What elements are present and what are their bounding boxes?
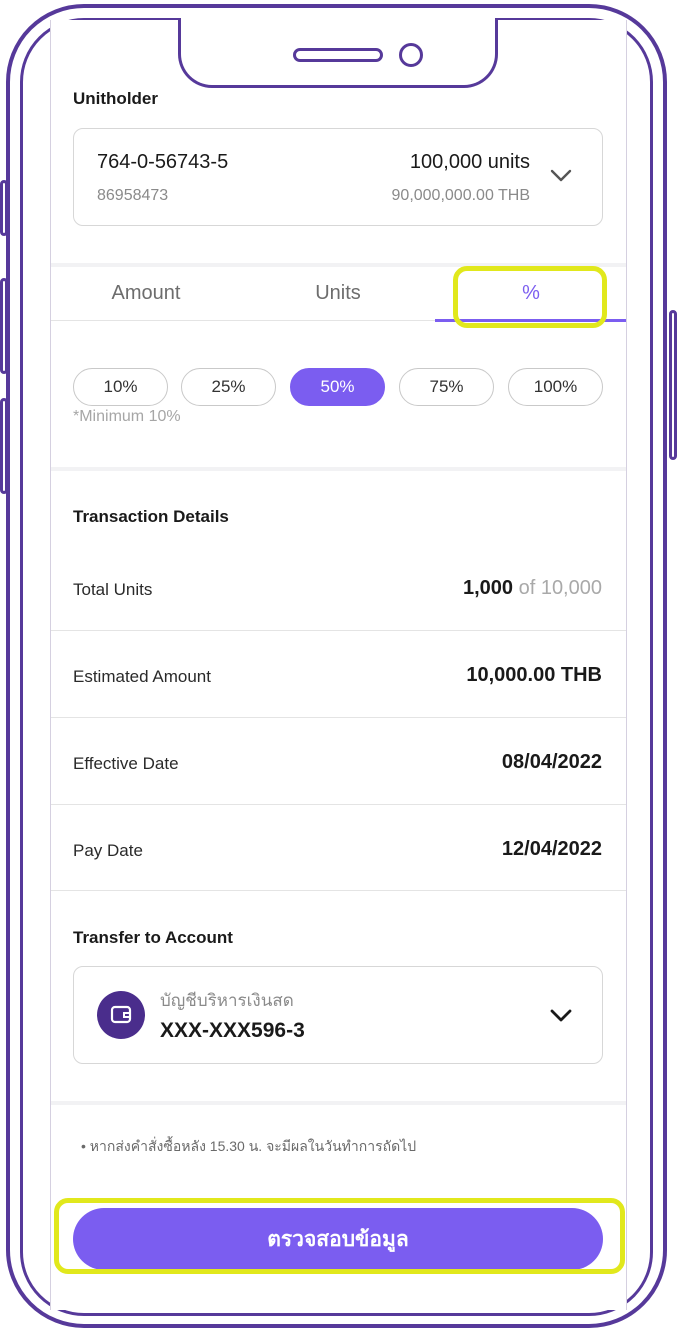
unitholder-value: 90,000,000.00 THB	[391, 187, 530, 204]
app-screen: Unitholder 764-0-56743-5 86958473 100,00…	[50, 20, 627, 1310]
row-divider	[51, 890, 626, 891]
transfer-account-dropdown[interactable]: บัญชีบริหารเงินสด XXX-XXX596-3	[73, 966, 603, 1064]
percent-option-25[interactable]: 25%	[181, 368, 276, 406]
section-divider	[51, 1101, 626, 1105]
tab-percent-highlight	[453, 266, 607, 328]
unitholder-title: Unitholder	[73, 89, 158, 108]
transfer-account-number: XXX-XXX596-3	[160, 1019, 305, 1042]
chevron-down-icon	[550, 1009, 572, 1022]
transaction-details-title: Transaction Details	[73, 507, 229, 526]
footnote-text: หากส่งคำสั่งซื้อหลัง 15.30 น. จะมีผลในวั…	[89, 1138, 417, 1154]
percent-option-10[interactable]: 10%	[73, 368, 168, 406]
unitholder-units: 100,000 units	[409, 151, 530, 173]
minimum-note: *Minimum 10%	[73, 408, 181, 425]
camera-icon	[399, 43, 423, 67]
transfer-title: Transfer to Account	[73, 928, 233, 947]
unitholder-account-sub: 86958473	[97, 187, 169, 204]
estimated-amount-value: 10,000.00 THB	[466, 664, 602, 686]
total-units-value: 1,000 of 10,000	[463, 577, 602, 600]
tab-units[interactable]: Units	[273, 282, 403, 305]
effective-date-label: Effective Date	[73, 754, 179, 773]
tab-amount[interactable]: Amount	[81, 282, 211, 305]
transfer-account-type: บัญชีบริหารเงินสด	[160, 991, 294, 1010]
pay-date-label: Pay Date	[73, 841, 143, 860]
effective-date-value: 08/04/2022	[501, 751, 602, 773]
footnote: • หากส่งคำสั่งซื้อหลัง 15.30 น. จะมีผลใน…	[81, 1136, 416, 1158]
speaker-grille	[293, 48, 383, 62]
row-divider	[51, 630, 626, 631]
wallet-icon	[97, 991, 145, 1039]
row-divider	[51, 804, 626, 805]
unitholder-dropdown[interactable]: 764-0-56743-5 86958473 100,000 units 90,…	[73, 128, 603, 226]
review-button-highlight	[54, 1198, 625, 1274]
total-units-current: 1,000	[462, 577, 514, 599]
percent-option-50[interactable]: 50%	[290, 368, 385, 406]
total-units-total: of 10,000	[518, 577, 602, 599]
phone-side-button	[669, 310, 677, 460]
percent-option-75[interactable]: 75%	[399, 368, 494, 406]
chevron-down-icon	[550, 169, 572, 182]
percent-option-100[interactable]: 100%	[508, 368, 603, 406]
section-divider	[51, 467, 626, 471]
unitholder-account-number: 764-0-56743-5	[97, 151, 229, 173]
pay-date-value: 12/04/2022	[501, 838, 602, 860]
bullet-icon: •	[81, 1138, 90, 1154]
row-divider	[51, 717, 626, 718]
phone-notch	[178, 18, 498, 88]
total-units-label: Total Units	[73, 580, 153, 599]
estimated-amount-label: Estimated Amount	[73, 667, 211, 686]
